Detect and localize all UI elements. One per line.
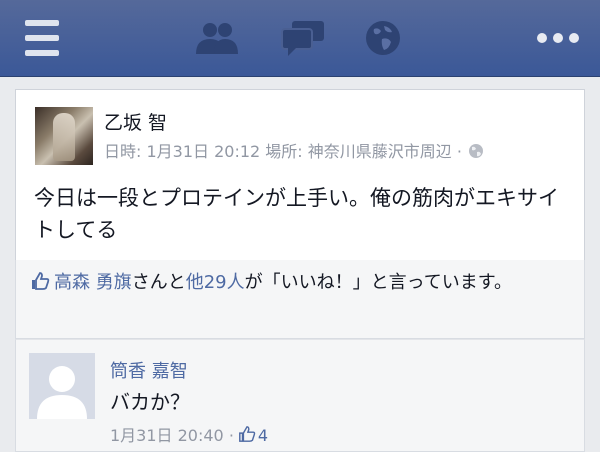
post-body-text: 今日は一段とプロテインが上手い。俺の筋肉がエキサイトしてる [34, 186, 559, 242]
comment-text: バカか？ [110, 390, 190, 414]
privacy-globe-icon [468, 143, 484, 163]
author-avatar[interactable] [35, 107, 93, 165]
likes-middle-text: さんと [131, 272, 186, 293]
commenter-name[interactable]: 筒香 嘉智 [110, 357, 188, 383]
likes-summary-text: 高森 勇旗さんと他29人が「いいね！」と言っています。 [30, 268, 575, 301]
friend-requests-icon[interactable] [192, 18, 242, 58]
messages-icon[interactable] [278, 18, 328, 58]
comment-like-count[interactable]: 4 [258, 426, 268, 445]
comment-like-icon[interactable] [238, 425, 256, 447]
menu-icon[interactable] [22, 20, 62, 56]
like-thumb-icon [30, 271, 50, 301]
likes-suffix-text: が「いいね！」と言っています。 [244, 272, 512, 293]
notifications-globe-icon[interactable] [360, 18, 406, 58]
top-navigation-bar [0, 0, 600, 77]
post-card: 乙坂 智 日時: 1月31日 20:12 場所: 神奈川県藤沢市周辺 · 今日は… [15, 89, 585, 261]
liker-name-link[interactable]: 高森 勇旗 [54, 272, 132, 293]
post-meta: 日時: 1月31日 20:12 場所: 神奈川県藤沢市周辺 · [104, 138, 484, 163]
post-author-name[interactable]: 乙坂 智 [104, 108, 167, 135]
comment-meta: 1月31日 20:40 · 4 [110, 422, 268, 447]
post-timestamp-location: 日時: 1月31日 20:12 場所: 神奈川県藤沢市周辺 · [104, 142, 462, 161]
likes-others-link[interactable]: 他29人 [186, 272, 245, 293]
comment-timestamp: 1月31日 20:40 · [110, 426, 234, 445]
commenter-avatar-placeholder[interactable] [29, 353, 95, 419]
comment-item: 筒香 嘉智 バカか？ 1月31日 20:40 · 4 [15, 339, 585, 452]
more-icon[interactable] [534, 28, 582, 48]
likes-summary[interactable]: 高森 勇旗さんと他29人が「いいね！」と言っています。 [15, 260, 585, 339]
